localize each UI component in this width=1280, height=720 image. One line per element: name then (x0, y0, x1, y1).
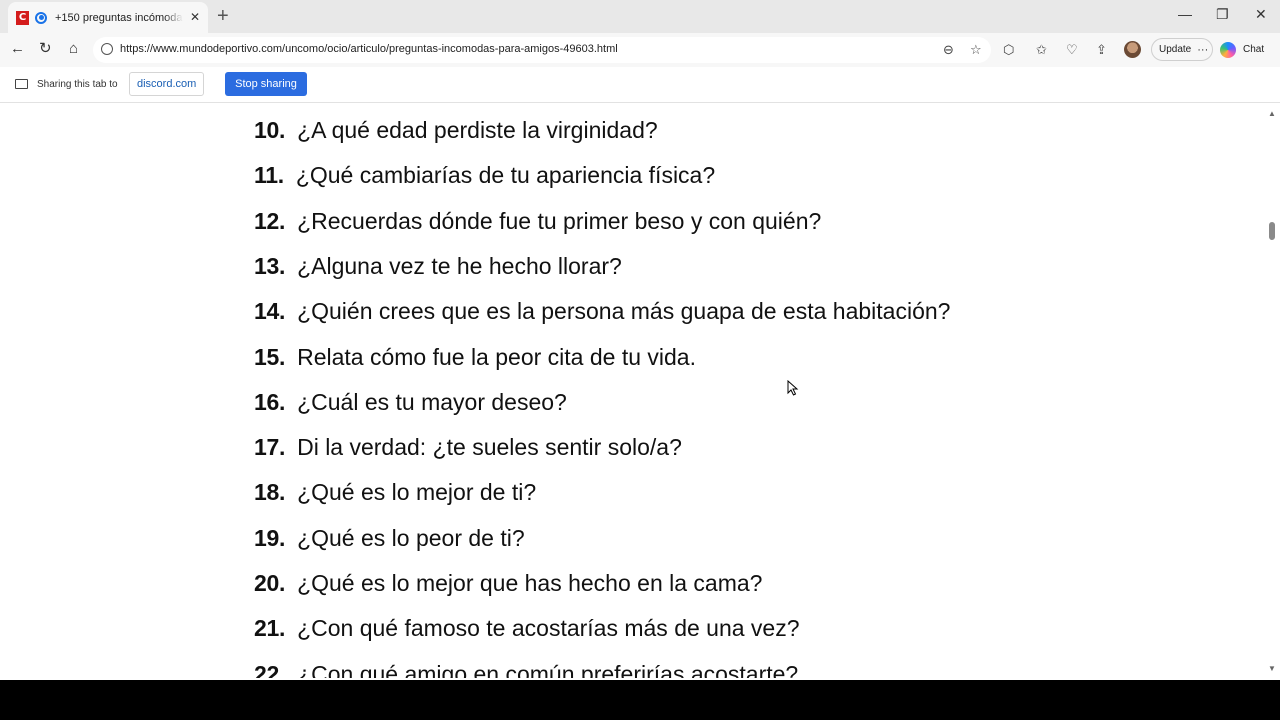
more-icon: ··· (1197, 43, 1209, 56)
question-text: ¿Qué es lo peor de ti? (297, 524, 525, 551)
question-item: 19. ¿Qué es lo peor de ti? (254, 523, 525, 553)
screen-share-icon (15, 79, 28, 89)
question-number: 22. (254, 660, 286, 678)
question-item: 16. ¿Cuál es tu mayor deseo? (254, 387, 567, 417)
question-text: ¿Qué es lo mejor de ti? (297, 479, 537, 506)
share-icon[interactable]: ⇪ (1096, 42, 1107, 58)
question-item: 10. ¿A qué edad perdiste la virginidad? (254, 115, 658, 145)
extensions-icon[interactable]: ⬡ (1003, 42, 1014, 58)
question-text: ¿Qué cambiarías de tu apariencia física? (295, 162, 716, 189)
question-number: 16. (254, 388, 286, 415)
copilot-chat-button[interactable]: Chat (1220, 38, 1274, 61)
active-tab[interactable]: C +150 preguntas incómodas para amigos ✕ (8, 2, 208, 33)
browser-window: C +150 preguntas incómodas para amigos ✕… (0, 0, 1280, 680)
question-item: 12. ¿Recuerdas dónde fue tu primer beso y… (254, 206, 821, 236)
copilot-icon (1220, 41, 1236, 58)
new-tab-button[interactable]: + (217, 6, 229, 26)
favorites-icon[interactable]: ✩ (1036, 42, 1047, 58)
question-item: 13. ¿Alguna vez te he hecho llorar? (254, 251, 622, 281)
sharing-text: Sharing this tab to (37, 79, 118, 90)
address-bar[interactable]: https://www.mundodeportivo.com/uncomo/oc… (93, 37, 991, 63)
tab-sharing-bar: Sharing this tab to discord.com Stop sha… (0, 67, 1280, 103)
stop-sharing-button[interactable]: Stop sharing (225, 72, 307, 96)
question-text: ¿A qué edad perdiste la virginidad? (297, 117, 658, 143)
scroll-up-arrow-icon[interactable]: ▲ (1268, 109, 1276, 118)
question-item: 11. ¿Qué cambiarías de tu apariencia físi… (254, 160, 715, 190)
scroll-down-arrow-icon[interactable]: ▼ (1268, 664, 1276, 673)
profile-avatar[interactable] (1124, 41, 1141, 58)
question-number: 14. (254, 298, 286, 325)
question-text: ¿Quién crees que es la persona más guapa… (297, 298, 951, 325)
update-label: Update (1159, 44, 1192, 55)
question-item: 21. ¿Con qué famoso te acostarías más de … (254, 613, 800, 643)
tab-close-icon[interactable]: ✕ (190, 10, 200, 24)
question-number: 13. (254, 252, 286, 279)
question-text: ¿Qué es lo mejor que has hecho en la cam… (297, 570, 763, 596)
question-item: 14. ¿Quién crees que es la persona más gu… (254, 296, 950, 326)
question-number: 15. (254, 343, 286, 370)
reload-button[interactable]: ↻ (39, 41, 52, 57)
question-item: 15. Relata cómo fue la peor cita de tu vi… (254, 342, 696, 372)
browser-essentials-icon[interactable]: ♡ (1066, 42, 1078, 58)
page-scrollbar[interactable]: ▲ ▼ (1264, 103, 1280, 678)
question-number: 21. (254, 615, 286, 642)
tab-title: +150 preguntas incómodas para amigos (55, 11, 183, 24)
address-toolbar: ← ↻ ⌂ https://www.mundodeportivo.com/unc… (0, 33, 1280, 67)
question-text: ¿Con qué famoso te acostarías más de una… (297, 615, 800, 642)
question-text: ¿Cuál es tu mayor deseo? (297, 388, 567, 415)
back-button[interactable]: ← (10, 41, 25, 57)
chat-label: Chat (1243, 44, 1265, 55)
question-item: 17. Di la verdad: ¿te sueles sentir solo/… (254, 432, 682, 462)
favorite-star-icon[interactable]: ☆ (970, 42, 982, 58)
question-number: 19. (254, 524, 286, 551)
question-text: ¿Con qué amigo en común preferirías acos… (297, 660, 799, 678)
site-favicon: C (16, 10, 29, 25)
site-info-icon[interactable] (101, 43, 113, 55)
reader-mode-icon[interactable]: ⊖ (943, 42, 954, 58)
question-text: Di la verdad: ¿te sueles sentir solo/a? (297, 434, 682, 461)
question-text: ¿Alguna vez te he hecho llorar? (297, 252, 622, 279)
question-number: 11. (254, 162, 284, 189)
question-number: 12. (254, 207, 286, 234)
question-item: 22. ¿Con qué amigo en común preferirías a… (254, 659, 798, 678)
question-number: 17. (254, 434, 286, 461)
question-text: Relata cómo fue la peor cita de tu vida. (297, 343, 696, 370)
update-button[interactable]: Update ··· (1151, 38, 1213, 61)
tab-strip: C +150 preguntas incómodas para amigos ✕… (0, 0, 1280, 33)
mouse-cursor-icon (787, 380, 799, 396)
question-number: 20. (254, 570, 286, 596)
question-item: 18. ¿Qué es lo mejor de ti? (254, 477, 536, 507)
question-number: 18. (254, 479, 286, 506)
question-text: ¿Recuerdas dónde fue tu primer beso y co… (297, 207, 822, 234)
question-item: 20. ¿Qué es lo mejor que has hecho en la … (254, 568, 762, 598)
minimize-button[interactable]: — (1178, 6, 1192, 22)
page-content: 10. ¿A qué edad perdiste la virginidad? 11… (0, 103, 1264, 678)
home-button[interactable]: ⌂ (69, 41, 78, 57)
window-close-button[interactable]: ✕ (1255, 6, 1267, 23)
sharing-indicator-icon (35, 11, 47, 24)
question-number: 10. (254, 117, 286, 143)
url-text[interactable]: https://www.mundodeportivo.com/uncomo/oc… (120, 43, 618, 55)
restore-button[interactable]: ❐ (1216, 6, 1229, 23)
scrollbar-thumb[interactable] (1269, 222, 1275, 240)
sharing-domain-button[interactable]: discord.com (129, 72, 205, 96)
